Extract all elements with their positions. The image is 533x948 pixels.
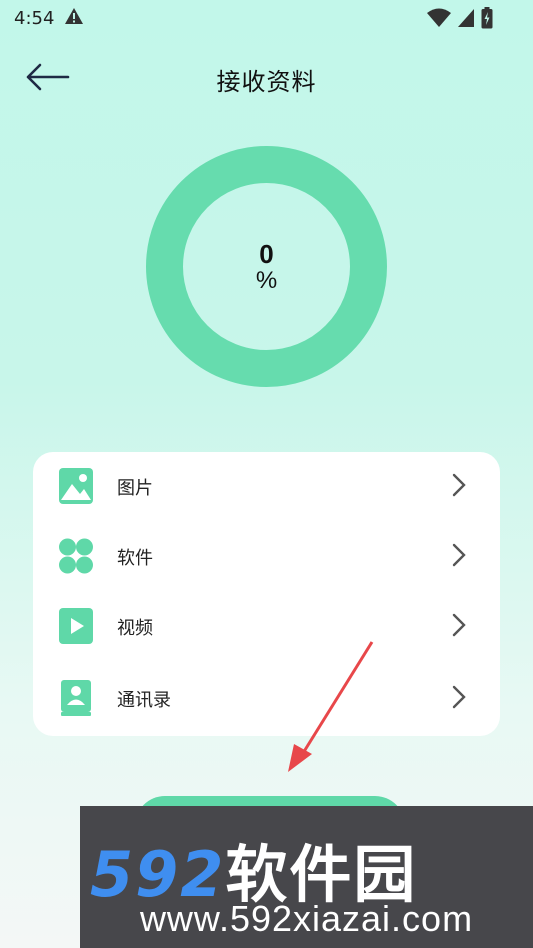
progress-readout: 0 % (146, 146, 387, 387)
progress-unit: % (255, 266, 278, 294)
watermark-banner: 592软件园 www.592xiazai.com (80, 806, 533, 948)
warning-icon (64, 7, 84, 30)
apps-icon (59, 538, 93, 574)
status-time: 4:54 (14, 7, 55, 29)
progress-value: 0 (259, 238, 274, 269)
list-item-label: 通讯录 (117, 690, 171, 711)
list-item-label: 图片 (117, 478, 153, 499)
status-bar: 4:54 (0, 0, 533, 36)
contacts-icon (61, 680, 91, 716)
chevron-right-icon (452, 613, 466, 637)
chevron-right-icon (452, 685, 466, 709)
page-title: 接收资料 (216, 68, 317, 96)
annotation-arrow-icon (288, 641, 374, 772)
watermark-url: www.592xiazai.com (139, 898, 474, 939)
list-item-videos[interactable]: 视频 (33, 592, 500, 658)
list-item-label: 视频 (117, 618, 153, 639)
list-item-apps[interactable]: 软件 (33, 522, 500, 588)
list-item-label: 软件 (117, 548, 153, 569)
app-header: 接收资料 (0, 50, 533, 106)
video-icon (59, 608, 93, 644)
signal-icon (457, 8, 475, 33)
chevron-right-icon (452, 473, 466, 497)
battery-icon (481, 7, 493, 34)
chevron-right-icon (452, 543, 466, 567)
wifi-icon (427, 8, 451, 33)
list-item-contacts[interactable]: 通讯录 (33, 664, 500, 730)
status-icons (427, 7, 493, 34)
category-list: 图片 软件 视频 通讯录 (33, 452, 500, 736)
list-item-images[interactable]: 图片 (33, 452, 500, 518)
image-icon (59, 468, 93, 504)
